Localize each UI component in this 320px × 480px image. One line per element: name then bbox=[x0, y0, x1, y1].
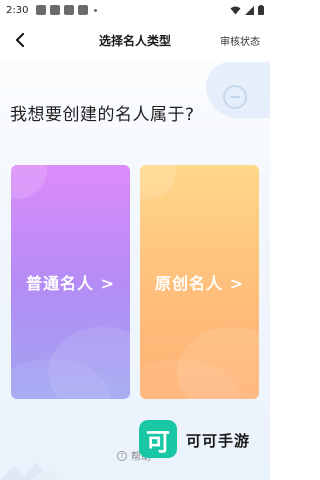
watermark-logo: 可 bbox=[139, 420, 177, 458]
decorative-circle-icon bbox=[223, 85, 247, 109]
mountain-decoration bbox=[0, 462, 62, 480]
status-bar: 2:30 bbox=[0, 0, 270, 20]
original-celebrity-card[interactable]: 原创名人 > bbox=[140, 165, 259, 399]
notification-icon bbox=[36, 5, 47, 15]
page-title: 选择名人类型 bbox=[98, 33, 171, 48]
notification-icon bbox=[64, 5, 75, 15]
chevron-left-icon bbox=[16, 33, 24, 47]
ordinary-celebrity-card[interactable]: 普通名人 > bbox=[11, 165, 130, 399]
card-label: 普通名人 > bbox=[26, 274, 115, 293]
nav-bar: 选择名人类型 审核状态 bbox=[0, 20, 270, 60]
card-decoration bbox=[11, 165, 47, 199]
watermark-text: 可可手游 bbox=[186, 432, 251, 450]
page-heading: 我想要创建的名人属于? bbox=[10, 105, 195, 125]
card-decoration bbox=[140, 165, 176, 199]
signal-icon bbox=[245, 5, 254, 15]
question-icon: ? bbox=[117, 450, 127, 461]
screen: 2:30 选择名人类型 审核状态 我想要创建的名人属于? 普通名人 > 原创名人… bbox=[0, 0, 270, 480]
review-status-link[interactable]: 审核状态 bbox=[220, 33, 260, 48]
wifi-icon bbox=[230, 6, 241, 14]
more-notifications-dot bbox=[94, 8, 98, 12]
notification-icon bbox=[50, 5, 61, 15]
back-button[interactable] bbox=[10, 30, 30, 50]
status-time: 2:30 bbox=[6, 4, 29, 16]
status-icons bbox=[230, 5, 264, 15]
card-label: 原创名人 > bbox=[155, 274, 244, 293]
battery-icon bbox=[258, 5, 264, 15]
notification-icon bbox=[78, 5, 89, 15]
